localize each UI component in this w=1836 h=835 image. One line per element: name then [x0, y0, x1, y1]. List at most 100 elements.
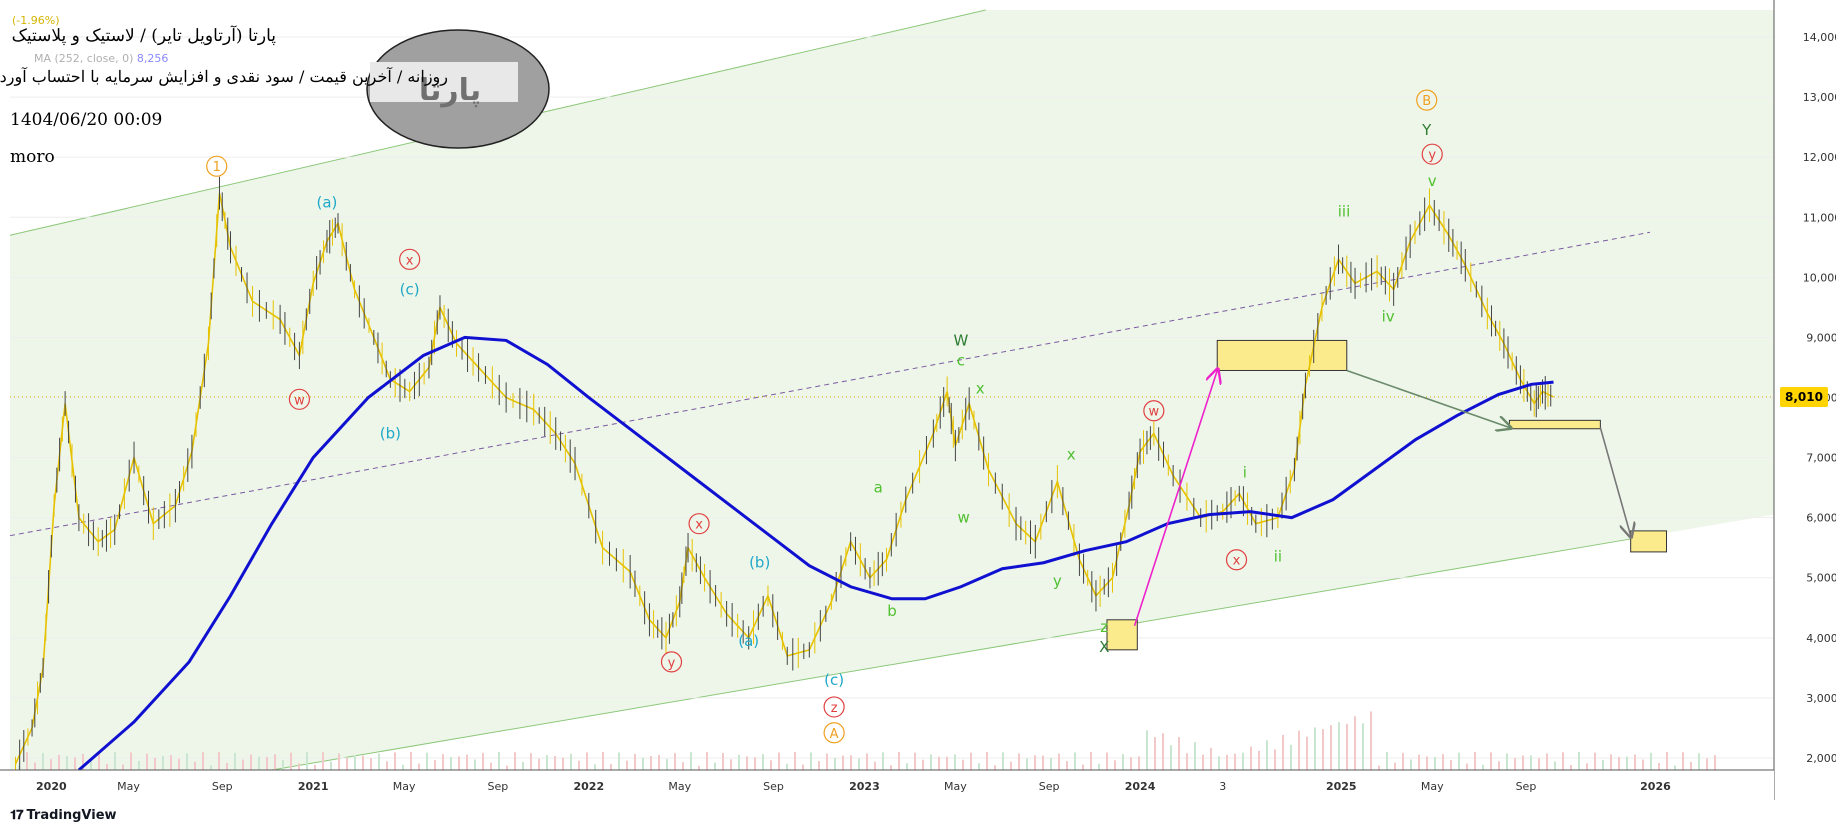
x-tick-label: May [944, 780, 967, 793]
volume-bar [410, 752, 412, 770]
volume-bar [930, 754, 932, 770]
volume-bar [1306, 736, 1308, 770]
volume-bar [866, 753, 868, 770]
wave-label: X [1099, 638, 1109, 656]
chart-author: moro [10, 147, 55, 167]
y-tick-label: 10,000 [1803, 271, 1836, 284]
volume-bar [1714, 755, 1716, 770]
volume-bar [978, 763, 980, 770]
volume-bar [1266, 740, 1268, 770]
volume-bar [1410, 759, 1412, 770]
x-tick-label: 2025 [1326, 780, 1357, 793]
wave-label: B [1422, 94, 1431, 109]
wave-label: w [294, 393, 305, 408]
volume-bar [42, 753, 44, 770]
volume-bar [490, 762, 492, 770]
volume-bar [138, 760, 140, 770]
volume-bar [338, 753, 340, 770]
volume-bar [690, 752, 692, 770]
volume-bar [1074, 752, 1076, 770]
volume-bar [1130, 757, 1132, 770]
x-axis-panel [0, 770, 1774, 800]
volume-bar [1450, 760, 1452, 770]
volume-bar [1506, 753, 1508, 770]
volume-bar [794, 752, 796, 770]
volume-bar [754, 757, 756, 770]
volume-bar [1442, 754, 1444, 770]
volume-bar [1162, 733, 1164, 770]
volume-bar [778, 752, 780, 770]
volume-bar [1122, 754, 1124, 770]
volume-bar [1082, 764, 1084, 770]
volume-bar [858, 758, 860, 770]
wave-label: b [887, 602, 897, 620]
volume-bar [786, 763, 788, 770]
volume-bar [1146, 730, 1148, 770]
wave-label: x [1067, 446, 1076, 464]
volume-bar [346, 758, 348, 770]
volume-bar [1154, 737, 1156, 770]
volume-bar [146, 753, 148, 770]
volume-bar [1002, 752, 1004, 770]
wave-label: x [1233, 554, 1241, 569]
volume-bar [874, 761, 876, 770]
volume-bar [994, 765, 996, 770]
volume-bar [570, 753, 572, 770]
volume-bar [1362, 723, 1364, 770]
volume-bar [890, 765, 892, 770]
volume-bar [1138, 756, 1140, 770]
volume-bar [370, 758, 372, 770]
volume-bar [642, 757, 644, 770]
volume-bar [562, 757, 564, 770]
volume-bar [234, 752, 236, 770]
volume-bar [394, 752, 396, 770]
y-tick-label: 6,000 [1806, 512, 1836, 525]
volume-bar [1050, 757, 1052, 770]
volume-bar [954, 754, 956, 770]
volume-bar [530, 753, 532, 770]
volume-bar [74, 757, 76, 770]
x-tick-label: 2023 [849, 780, 880, 793]
volume-bar [1490, 752, 1492, 770]
volume-bar [1570, 765, 1572, 770]
volume-bar [1642, 759, 1644, 770]
x-tick-label: 2026 [1640, 780, 1671, 793]
wave-label: x [695, 518, 703, 533]
volume-bar [162, 755, 164, 770]
volume-bar [1354, 716, 1356, 770]
volume-bar [1234, 753, 1236, 770]
volume-bar [1186, 753, 1188, 770]
volume-bar [1546, 753, 1548, 770]
volume-bar [178, 758, 180, 770]
volume-bar [330, 761, 332, 770]
volume-bar [26, 752, 28, 770]
volume-bar [1026, 758, 1028, 770]
volume-bar [898, 752, 900, 770]
legend-ma-label: MA (252, close, 0) [34, 52, 134, 65]
volume-bar [1106, 752, 1108, 770]
wave-label: W [953, 331, 968, 349]
wave-label: Y [1421, 121, 1432, 139]
volume-bar [802, 764, 804, 770]
wave-label: w [1149, 405, 1160, 420]
volume-bar [442, 754, 444, 770]
volume-bar [842, 755, 844, 770]
price-chart[interactable]: 1(a)x(c)w(b)xy(b)(a)(c)zAabWcxwxyzXwix ii… [0, 0, 1836, 835]
wave-label: y [1053, 572, 1062, 590]
volume-bar [666, 758, 668, 770]
volume-bar [274, 754, 276, 770]
wave-label: y [1428, 148, 1436, 163]
volume-bar [282, 759, 284, 770]
volume-bar [186, 753, 188, 770]
x-tick-label: May [117, 780, 140, 793]
volume-bar [1338, 722, 1340, 770]
volume-bar [1394, 762, 1396, 770]
volume-bar [418, 763, 420, 770]
volume-bar [1498, 761, 1500, 770]
volume-bar [922, 759, 924, 770]
volume-bar [66, 756, 68, 770]
wave-label: y [668, 656, 676, 671]
volume-bar [378, 753, 380, 770]
tradingview-brand[interactable]: 𝟏𝟕 TradingView [10, 808, 117, 823]
volume-bar [1578, 752, 1580, 770]
